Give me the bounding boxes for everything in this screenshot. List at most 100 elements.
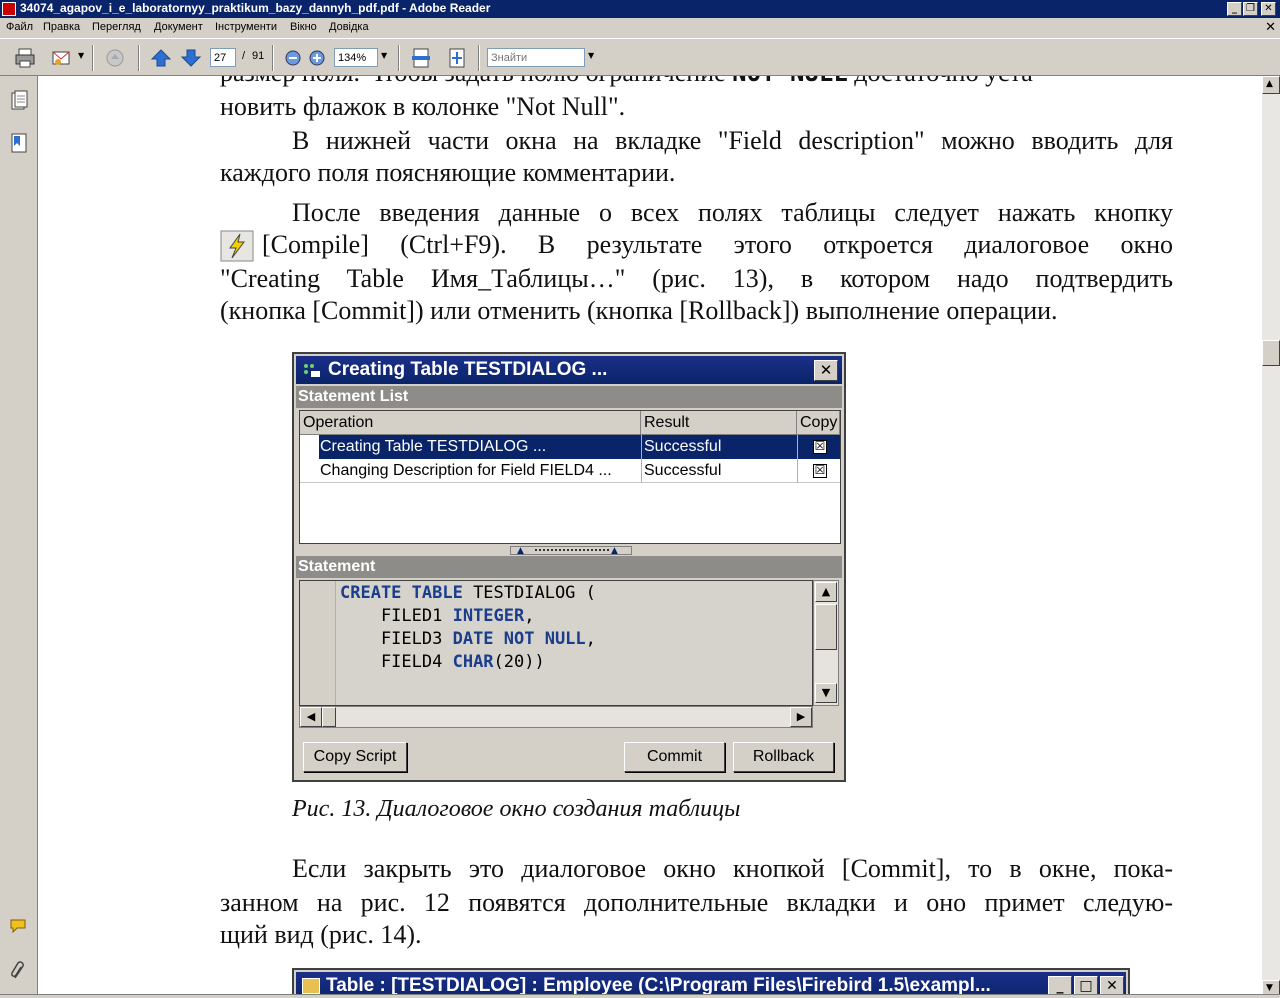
scroll-up-icon[interactable]: ▲ — [1262, 76, 1280, 94]
next-page-icon[interactable] — [180, 47, 202, 69]
copy-checkbox[interactable]: ☒ — [813, 440, 827, 454]
editor-horizontal-scrollbar[interactable]: ◀ ▶ — [299, 706, 813, 728]
copy-checkbox[interactable]: ☒ — [813, 464, 827, 478]
ibexpert-icon — [304, 364, 320, 377]
text-line: занном на рис. 12 появятся дополнительны… — [220, 888, 1173, 917]
attachments-icon[interactable] — [9, 960, 29, 982]
panel-splitter[interactable]: ▲ ▲ — [510, 546, 632, 556]
code-line: FIELD4 CHAR(20)) — [340, 652, 545, 672]
fit-width-icon[interactable] — [410, 47, 432, 69]
prev-page-icon[interactable] — [150, 47, 172, 69]
close-button[interactable]: ✕ — [1100, 976, 1124, 996]
table-row[interactable]: Changing Description for Field FIELD4 ..… — [300, 459, 840, 483]
close-button[interactable]: ✕ — [1261, 2, 1276, 16]
scroll-thumb[interactable] — [322, 707, 336, 727]
text-line: каждого поля поясняющие комментарии. — [220, 158, 676, 187]
cell-divider — [797, 435, 798, 459]
figure-caption: Рис. 13. Диалоговое окно создания таблиц… — [292, 796, 741, 822]
minimize-button[interactable]: _ — [1048, 976, 1072, 996]
search-dropdown-icon[interactable]: ▼ — [588, 51, 594, 60]
text-line: новить флажок в колонке "Not Null". — [220, 92, 626, 121]
scroll-up-icon[interactable]: ▲ — [815, 582, 837, 602]
editor-vertical-scrollbar[interactable]: ▲ ▼ — [813, 580, 839, 706]
maximize-button[interactable]: □ — [1074, 976, 1098, 996]
text-line: (кнопка [Commit]) или отменить (кнопка [… — [220, 296, 1058, 325]
window-title-bar: 34074_agapov_i_e_laboratornyy_praktikum_… — [0, 0, 1280, 18]
printer-icon[interactable] — [14, 47, 36, 69]
toolbar-separator — [92, 45, 94, 71]
document-vertical-scrollbar[interactable]: ▲ ▼ — [1262, 76, 1280, 998]
rollback-button[interactable]: Rollback — [733, 742, 834, 772]
code-line: FILED1 INTEGER, — [340, 606, 535, 626]
hand-tool-icon[interactable] — [104, 47, 126, 69]
adobe-reader-icon — [2, 2, 16, 16]
document-close-icon[interactable]: ✕ — [1265, 20, 1276, 35]
menu-file[interactable]: Файл — [6, 21, 33, 33]
fit-page-icon[interactable] — [446, 47, 468, 69]
menu-window[interactable]: Вікно — [290, 21, 317, 33]
menu-edit[interactable]: Правка — [43, 21, 80, 33]
page-number-input[interactable] — [210, 48, 236, 67]
zoom-out-icon[interactable] — [282, 47, 304, 69]
email-dropdown-icon[interactable]: ▼ — [78, 51, 84, 60]
text-line: щий вид (рис. 14). — [220, 920, 422, 949]
zoom-dropdown-icon[interactable]: ▼ — [381, 51, 387, 60]
dialog-title-bar: Creating Table TESTDIALOG ... ✕ — [296, 356, 842, 384]
comments-icon[interactable] — [9, 916, 29, 938]
window-title: Table : [TESTDIALOG] : Employee (C:\Prog… — [326, 975, 991, 996]
toolbar-separator — [478, 45, 480, 71]
result-cell: Successful — [644, 438, 722, 455]
zoom-in-icon[interactable] — [306, 47, 328, 69]
menu-view[interactable]: Перегляд — [92, 21, 141, 33]
document-page[interactable]: размер поля. Чтобы задать полю ограничен… — [38, 76, 1262, 996]
zoom-level-input[interactable] — [334, 48, 378, 67]
dialog-title: Creating Table TESTDIALOG ... — [328, 359, 608, 380]
splitter-up-icon[interactable]: ▲ — [517, 547, 524, 556]
toolbar-separator — [398, 45, 400, 71]
email-icon[interactable] — [50, 47, 72, 69]
cell-divider — [797, 459, 798, 483]
table-editor-window: Table : [TESTDIALOG] : Employee (C:\Prog… — [292, 968, 1130, 996]
menu-tools[interactable]: Інструменти — [215, 21, 277, 33]
splitter-up-icon[interactable]: ▲ — [611, 547, 618, 556]
scroll-left-icon[interactable]: ◀ — [300, 707, 322, 727]
window-title: 34074_agapov_i_e_laboratornyy_praktikum_… — [20, 1, 491, 15]
compile-icon — [220, 230, 254, 262]
minimize-button[interactable]: _ — [1227, 2, 1242, 16]
restore-button[interactable]: ❐ — [1243, 2, 1258, 16]
cell-divider — [641, 459, 642, 483]
text-line: В нижней части окна на вкладке "Field de… — [292, 126, 1173, 155]
page-total: 91 — [252, 50, 265, 62]
menu-help[interactable]: Довідка — [329, 21, 369, 33]
table-row[interactable]: Creating Table TESTDIALOG ... Successful… — [300, 435, 840, 459]
menu-bar: Файл Правка Перегляд Документ Інструмент… — [0, 18, 1280, 38]
bookmarks-icon[interactable] — [9, 132, 29, 154]
scroll-down-icon[interactable]: ▼ — [815, 683, 837, 703]
scroll-right-icon[interactable]: ▶ — [790, 707, 812, 727]
commit-button[interactable]: Commit — [624, 742, 725, 772]
result-cell: Successful — [644, 462, 722, 479]
statement-header: Statement — [296, 556, 842, 578]
table-icon — [302, 978, 320, 994]
statement-list-header: Statement List — [296, 386, 842, 408]
column-header-result[interactable]: Result — [641, 411, 797, 435]
splitter-grip — [535, 549, 609, 551]
code-line: FIELD3 DATE NOT NULL, — [340, 629, 596, 649]
search-input[interactable] — [487, 48, 585, 67]
operations-grid: Operation Result Copy Creating Table TES… — [299, 410, 841, 544]
text-line: Если закрыть это диалоговое окно кнопкой… — [292, 854, 1173, 883]
pages-icon[interactable] — [9, 90, 29, 112]
scroll-thumb[interactable] — [1262, 340, 1280, 366]
column-header-copy[interactable]: Copy — [797, 411, 840, 435]
toolbar-separator — [138, 45, 140, 71]
navigation-panel — [0, 76, 38, 998]
copy-script-button[interactable]: Copy Script — [303, 742, 407, 772]
scroll-thumb[interactable] — [815, 604, 837, 650]
toolbar-separator — [272, 45, 274, 71]
sql-editor[interactable]: CREATE TABLE TESTDIALOG ( FILED1 INTEGER… — [299, 580, 813, 706]
menu-document[interactable]: Документ — [154, 21, 203, 33]
column-header-operation[interactable]: Operation — [300, 411, 641, 435]
dialog-close-button[interactable]: ✕ — [814, 360, 838, 381]
status-bar — [0, 994, 1280, 998]
operation-cell: Changing Description for Field FIELD4 ..… — [320, 462, 612, 479]
